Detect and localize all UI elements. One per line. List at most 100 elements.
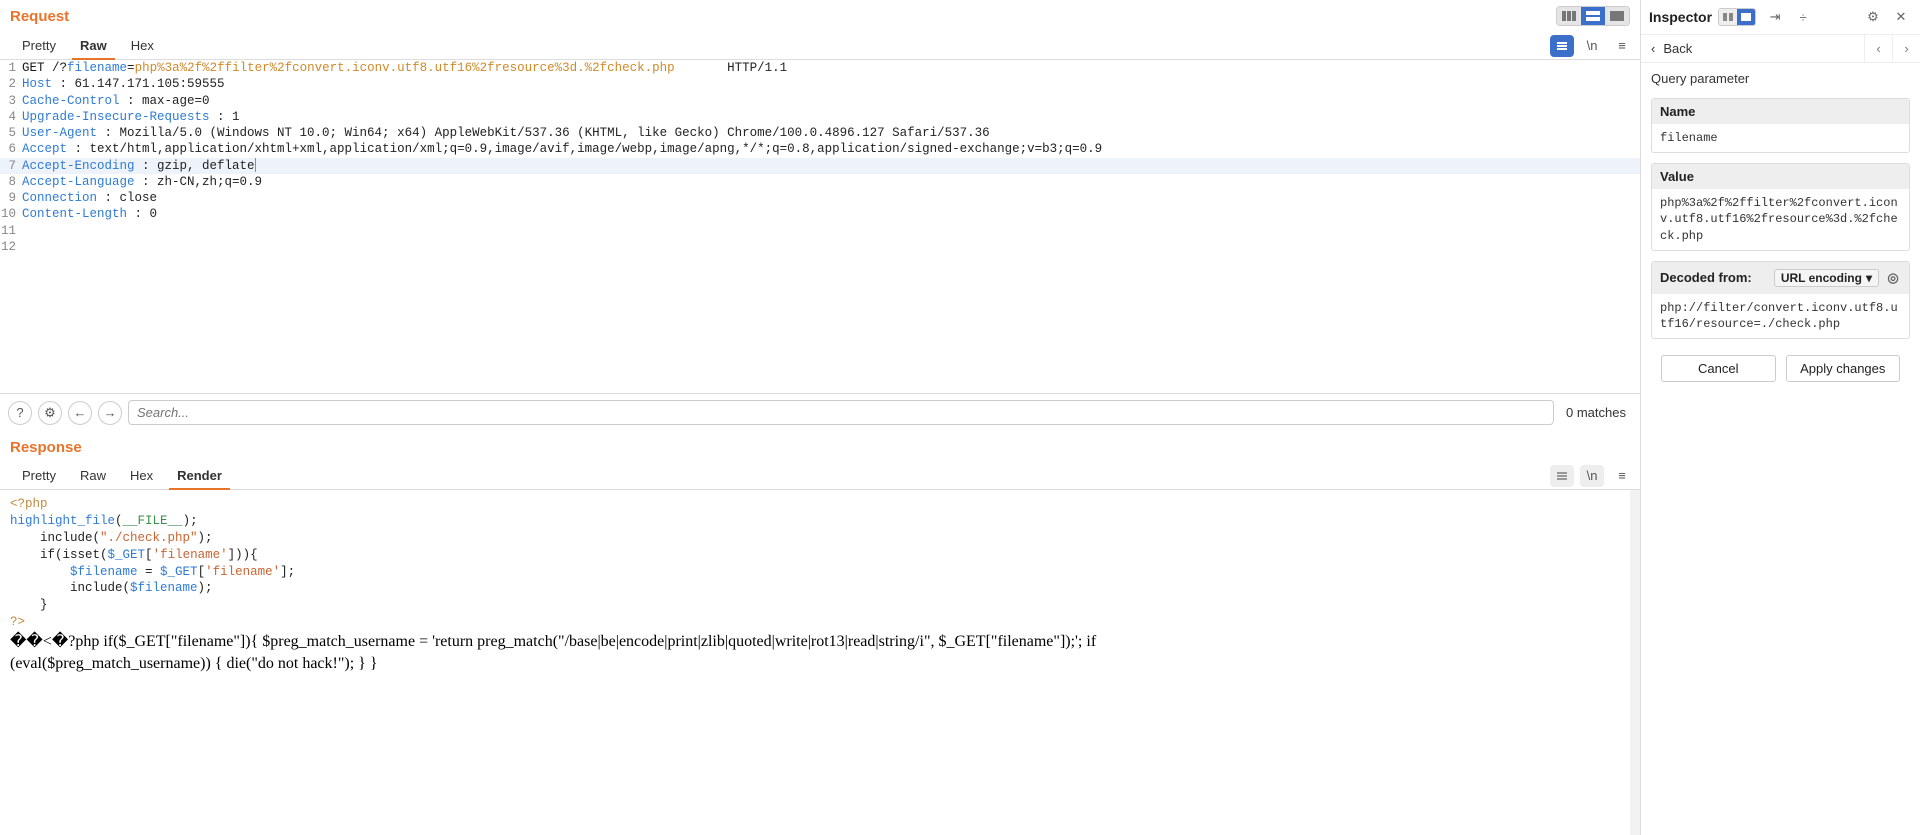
code-text: $filename — [130, 581, 198, 595]
layout-columns-icon[interactable] — [1557, 7, 1581, 25]
render-tail-text: ��<�?php if($_GET["filename"]){ $preg_ma… — [10, 631, 1160, 674]
search-input[interactable] — [128, 400, 1554, 425]
resp-tab-render[interactable]: Render — [165, 462, 234, 489]
response-title: Response — [10, 439, 1630, 456]
code-line[interactable]: 6Accept : text/html,application/xhtml+xm… — [0, 141, 1640, 157]
value-field-value[interactable]: php%3a%2f%2ffilter%2fconvert.iconv.utf8.… — [1652, 189, 1909, 250]
chevron-left-icon: ‹ — [1651, 41, 1655, 56]
gear-icon[interactable]: ⚙ — [38, 401, 62, 425]
code-line[interactable]: 9Connection : close — [0, 190, 1640, 206]
line-content[interactable] — [22, 239, 1640, 255]
code-line[interactable]: 10Content-Length : 0 — [0, 206, 1640, 222]
layout-toggle[interactable] — [1556, 6, 1630, 26]
code-line[interactable]: 4Upgrade-Insecure-Requests : 1 — [0, 109, 1640, 125]
insp-layout-b-icon[interactable] — [1737, 9, 1755, 25]
resp-newline-icon[interactable]: \n — [1580, 465, 1604, 487]
code-text: "./check.php" — [100, 531, 198, 545]
code-line[interactable]: 7Accept-Encoding : gzip, deflate — [0, 158, 1640, 174]
code-line[interactable]: 1GET /?filename=php%3a%2f%2ffilter%2fcon… — [0, 60, 1640, 76]
inspector-section-label: Query parameter — [1651, 71, 1910, 86]
line-content[interactable]: Cache-Control : max-age=0 — [22, 93, 1640, 109]
code-text: ]; — [280, 565, 295, 579]
resp-hamburger-icon[interactable]: ≡ — [1610, 465, 1634, 487]
next-icon[interactable]: → — [98, 401, 122, 425]
code-text: ); — [198, 581, 213, 595]
code-text: ])){ — [228, 548, 258, 562]
line-number: 11 — [0, 223, 22, 239]
nav-next-icon[interactable]: › — [1892, 35, 1920, 62]
line-content[interactable]: GET /?filename=php%3a%2f%2ffilter%2fconv… — [22, 60, 1640, 76]
inspector-layout-toggle[interactable] — [1718, 8, 1756, 26]
line-content[interactable]: Host : 61.147.171.105:59555 — [22, 76, 1640, 92]
line-content[interactable] — [22, 223, 1640, 239]
layout-split-icon[interactable] — [1581, 7, 1605, 25]
resp-actions-icon[interactable] — [1550, 465, 1574, 487]
code-line[interactable]: 5User-Agent : Mozilla/5.0 (Windows NT 10… — [0, 125, 1640, 141]
code-text: $filename — [70, 565, 138, 579]
prev-icon[interactable]: ← — [68, 401, 92, 425]
chevron-down-icon: ▾ — [1866, 271, 1872, 285]
code-text: [ — [198, 565, 206, 579]
line-number: 1 — [0, 60, 22, 76]
line-number: 4 — [0, 109, 22, 125]
code-text: include( — [10, 531, 100, 545]
code-text: __FILE__ — [123, 514, 183, 528]
line-content[interactable]: Content-Length : 0 — [22, 206, 1640, 222]
scrollbar[interactable] — [1630, 490, 1640, 835]
code-text: $_GET — [160, 565, 198, 579]
code-line[interactable]: 11 — [0, 223, 1640, 239]
code-line[interactable]: 8Accept-Language : zh-CN,zh;q=0.9 — [0, 174, 1640, 190]
response-render[interactable]: <?php highlight_file(__FILE__); include(… — [0, 490, 1640, 835]
line-content[interactable]: Accept-Language : zh-CN,zh;q=0.9 — [22, 174, 1640, 190]
newline-icon[interactable]: \n — [1580, 35, 1604, 57]
help-icon[interactable]: ? — [8, 401, 32, 425]
back-button[interactable]: ‹ Back — [1641, 35, 1864, 62]
line-number: 10 — [0, 206, 22, 222]
resp-tab-raw[interactable]: Raw — [68, 462, 118, 489]
name-field-value[interactable]: filename — [1652, 124, 1909, 152]
insp-layout-a-icon[interactable] — [1719, 9, 1737, 25]
code-line[interactable]: 3Cache-Control : max-age=0 — [0, 93, 1640, 109]
line-content[interactable]: Connection : close — [22, 190, 1640, 206]
request-title: Request — [10, 8, 1556, 25]
code-text: if(isset( — [10, 548, 108, 562]
line-number: 9 — [0, 190, 22, 206]
code-text: ( — [115, 514, 123, 528]
decode-method-select[interactable]: URL encoding ▾ — [1774, 269, 1879, 287]
close-icon[interactable]: ✕ — [1890, 6, 1912, 28]
actions-icon[interactable] — [1550, 35, 1574, 57]
apply-button[interactable]: Apply changes — [1786, 355, 1901, 382]
target-icon[interactable]: ◎ — [1885, 267, 1901, 289]
code-text: ?> — [10, 615, 25, 629]
cancel-button[interactable]: Cancel — [1661, 355, 1776, 382]
match-count: 0 matches — [1560, 405, 1632, 420]
line-content[interactable]: Upgrade-Insecure-Requests : 1 — [22, 109, 1640, 125]
line-number: 6 — [0, 141, 22, 157]
tab-pretty[interactable]: Pretty — [10, 32, 68, 59]
code-text: ); — [183, 514, 198, 528]
hamburger-icon[interactable]: ≡ — [1610, 35, 1634, 57]
decode-method-value: URL encoding — [1781, 271, 1862, 285]
code-text: <?php — [10, 497, 48, 511]
settings-icon[interactable]: ⚙ — [1862, 6, 1884, 28]
code-line[interactable]: 12 — [0, 239, 1640, 255]
resp-tab-hex[interactable]: Hex — [118, 462, 165, 489]
tab-raw[interactable]: Raw — [68, 32, 119, 59]
decoded-value[interactable]: php://filter/convert.iconv.utf8.utf16/re… — [1652, 294, 1909, 338]
code-text: highlight_file — [10, 514, 115, 528]
nav-prev-icon[interactable]: ‹ — [1864, 35, 1892, 62]
line-content[interactable]: User-Agent : Mozilla/5.0 (Windows NT 10.… — [22, 125, 1640, 141]
line-content[interactable]: Accept : text/html,application/xhtml+xml… — [22, 141, 1640, 157]
code-line[interactable]: 2Host : 61.147.171.105:59555 — [0, 76, 1640, 92]
line-content[interactable]: Accept-Encoding : gzip, deflate — [22, 158, 1640, 174]
request-editor[interactable]: 1GET /?filename=php%3a%2f%2ffilter%2fcon… — [0, 60, 1640, 393]
tab-hex[interactable]: Hex — [119, 32, 166, 59]
back-label: Back — [1663, 41, 1692, 56]
collapse-icon[interactable]: ⇥ — [1764, 6, 1786, 28]
layout-single-icon[interactable] — [1605, 7, 1629, 25]
line-number: 7 — [0, 158, 22, 174]
resp-tab-pretty[interactable]: Pretty — [10, 462, 68, 489]
divide-icon[interactable]: ÷ — [1792, 6, 1814, 28]
code-text: [ — [145, 548, 153, 562]
line-number: 2 — [0, 76, 22, 92]
